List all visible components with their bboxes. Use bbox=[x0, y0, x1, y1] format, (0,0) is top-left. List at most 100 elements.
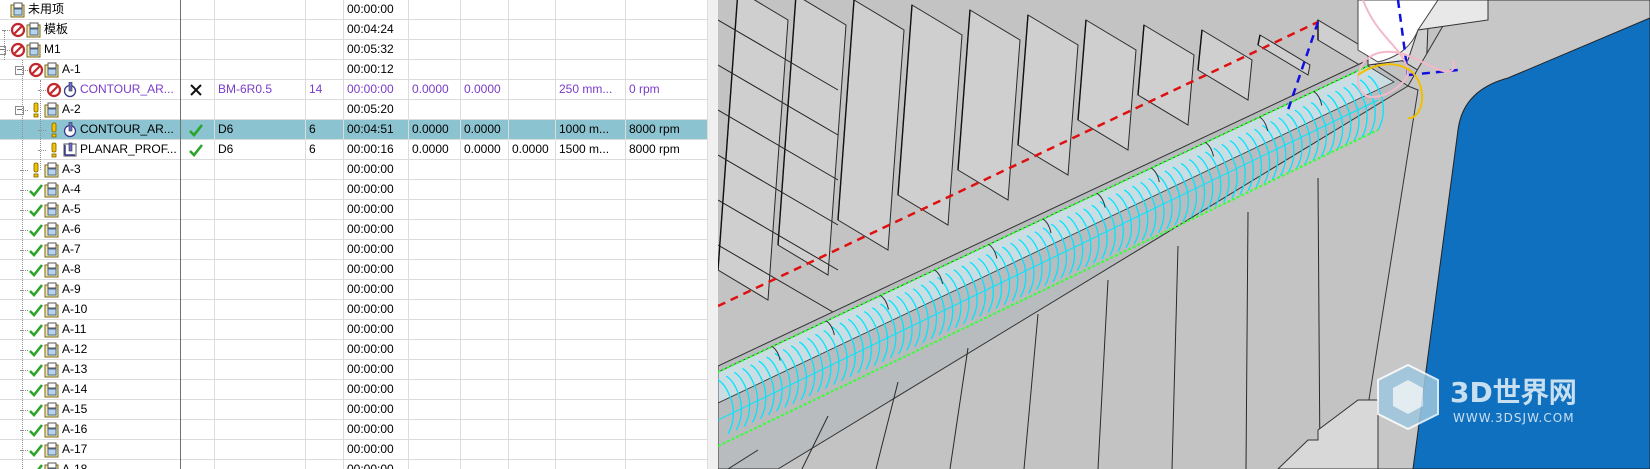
collapse-toggle[interactable]: − bbox=[0, 46, 6, 56]
tolerance-cell bbox=[508, 380, 555, 400]
column-divider bbox=[305, 0, 306, 469]
tree-row-operation[interactable]: CONTOUR_AR... D6 6 00:04:51 0.0000 0.0000 1000… bbox=[0, 120, 708, 140]
checkmark-icon bbox=[28, 462, 44, 469]
tree-row-group[interactable]: − A-1 00:00:12 bbox=[0, 60, 708, 80]
tool-number-cell bbox=[305, 0, 343, 20]
floor-stock-cell bbox=[460, 380, 508, 400]
speed-cell bbox=[625, 400, 707, 420]
feed-cell bbox=[555, 360, 625, 380]
tree-row-group[interactable]: A-5 00:00:00 bbox=[0, 200, 708, 220]
tree-row-group[interactable]: A-13 00:00:00 bbox=[0, 360, 708, 380]
tolerance-cell bbox=[508, 40, 555, 60]
floor-stock-cell bbox=[460, 400, 508, 420]
tool-number-cell bbox=[305, 60, 343, 80]
time-cell: 00:04:51 bbox=[347, 122, 394, 136]
feed-cell bbox=[555, 400, 625, 420]
tool-number-cell bbox=[305, 220, 343, 240]
time-cell: 00:00:00 bbox=[347, 182, 394, 196]
tree-guide-line bbox=[40, 80, 41, 170]
speed-cell bbox=[625, 260, 707, 280]
speed-cell bbox=[625, 460, 707, 469]
speed-cell bbox=[625, 420, 707, 440]
pane-splitter[interactable] bbox=[708, 0, 718, 469]
tree-row-group[interactable]: A-15 00:00:00 bbox=[0, 400, 708, 420]
row-name: M1 bbox=[44, 42, 61, 56]
time-cell: 00:05:20 bbox=[347, 102, 394, 116]
stock-cell bbox=[408, 340, 460, 360]
tree-row-group[interactable]: A-4 00:00:00 bbox=[0, 180, 708, 200]
time-cell: 00:00:00 bbox=[347, 342, 394, 356]
row-name: A-17 bbox=[62, 442, 88, 456]
time-cell: 00:00:12 bbox=[347, 62, 394, 76]
row-name: A-1 bbox=[62, 62, 81, 76]
stock-cell bbox=[408, 180, 460, 200]
tree-row-group[interactable]: A-14 00:00:00 bbox=[0, 380, 708, 400]
tree-row-group[interactable]: 模板 00:04:24 bbox=[0, 20, 708, 40]
time-cell: 00:00:16 bbox=[347, 142, 394, 156]
floor-stock-cell: 0.0000 bbox=[464, 82, 501, 96]
time-cell: 00:00:00 bbox=[347, 302, 394, 316]
tolerance-cell bbox=[508, 220, 555, 240]
row-name: A-10 bbox=[62, 302, 88, 316]
tool-cell bbox=[214, 60, 305, 80]
stock-cell bbox=[408, 360, 460, 380]
stock-cell bbox=[408, 0, 460, 20]
tool-cell bbox=[214, 340, 305, 360]
graphics-viewport[interactable]: 3D世界网 WWW.3DSJW.COM bbox=[718, 0, 1650, 469]
floor-stock-cell bbox=[460, 360, 508, 380]
tree-row-operation[interactable]: CONTOUR_AR... BM-6R0.5 14 00:00:00 0.0000 0.0… bbox=[0, 80, 708, 100]
tree-row-group[interactable]: − M1 00:05:32 bbox=[0, 40, 708, 60]
speed-cell bbox=[625, 180, 707, 200]
tolerance-cell: 0.0000 bbox=[512, 142, 549, 156]
tolerance-cell bbox=[508, 440, 555, 460]
tree-row-group[interactable]: A-11 00:00:00 bbox=[0, 320, 708, 340]
tool-number-cell bbox=[305, 340, 343, 360]
tree-row-operation[interactable]: PLANAR_PROF... D6 6 00:00:16 0.0000 0.0000 0.0… bbox=[0, 140, 708, 160]
row-name: CONTOUR_AR... bbox=[80, 82, 174, 96]
tool-number-cell bbox=[305, 260, 343, 280]
tolerance-cell bbox=[508, 160, 555, 180]
tool-number-cell bbox=[305, 440, 343, 460]
feed-cell bbox=[555, 20, 625, 40]
tree-row-group[interactable]: 未用项 00:00:00 bbox=[0, 0, 708, 20]
speed-cell: 8000 rpm bbox=[629, 142, 680, 156]
tool-cell bbox=[214, 460, 305, 469]
row-name: A-3 bbox=[62, 162, 81, 176]
time-cell: 00:04:24 bbox=[347, 22, 394, 36]
time-cell: 00:00:00 bbox=[347, 202, 394, 216]
floor-stock-cell bbox=[460, 180, 508, 200]
feed-cell bbox=[555, 320, 625, 340]
tree-row-group[interactable]: A-18 00:00:00 bbox=[0, 460, 708, 469]
column-divider bbox=[180, 0, 181, 469]
feed-cell bbox=[555, 180, 625, 200]
tree-row-group[interactable]: A-10 00:00:00 bbox=[0, 300, 708, 320]
floor-stock-cell bbox=[460, 20, 508, 40]
stock-cell bbox=[408, 40, 460, 60]
feed-cell bbox=[555, 420, 625, 440]
tree-row-group[interactable]: A-7 00:00:00 bbox=[0, 240, 708, 260]
tree-row-group[interactable]: A-17 00:00:00 bbox=[0, 440, 708, 460]
tolerance-cell bbox=[508, 280, 555, 300]
tree-row-group[interactable]: A-8 00:00:00 bbox=[0, 260, 708, 280]
tool-cell bbox=[214, 320, 305, 340]
time-cell: 00:00:00 bbox=[347, 162, 394, 176]
stock-cell bbox=[408, 20, 460, 40]
tree-row-group[interactable]: A-16 00:00:00 bbox=[0, 420, 708, 440]
tree-row-group[interactable]: A-6 00:00:00 bbox=[0, 220, 708, 240]
tool-number-cell bbox=[305, 20, 343, 40]
feed-cell bbox=[555, 240, 625, 260]
tree-row-group[interactable]: A-9 00:00:00 bbox=[0, 280, 708, 300]
tree-row-group[interactable]: A-3 00:00:00 bbox=[0, 160, 708, 180]
tree-row-group[interactable]: − A-2 00:05:20 bbox=[0, 100, 708, 120]
time-cell: 00:00:00 bbox=[347, 322, 394, 336]
tool-number-cell bbox=[305, 420, 343, 440]
tolerance-cell bbox=[508, 200, 555, 220]
stock-cell bbox=[408, 260, 460, 280]
tree-row-group[interactable]: A-12 00:00:00 bbox=[0, 340, 708, 360]
program-group-icon bbox=[44, 462, 60, 469]
floor-stock-cell bbox=[460, 40, 508, 60]
floor-stock-cell bbox=[460, 300, 508, 320]
tool-number-cell: 6 bbox=[309, 122, 316, 136]
speed-cell bbox=[625, 320, 707, 340]
row-name: A-9 bbox=[62, 282, 81, 296]
